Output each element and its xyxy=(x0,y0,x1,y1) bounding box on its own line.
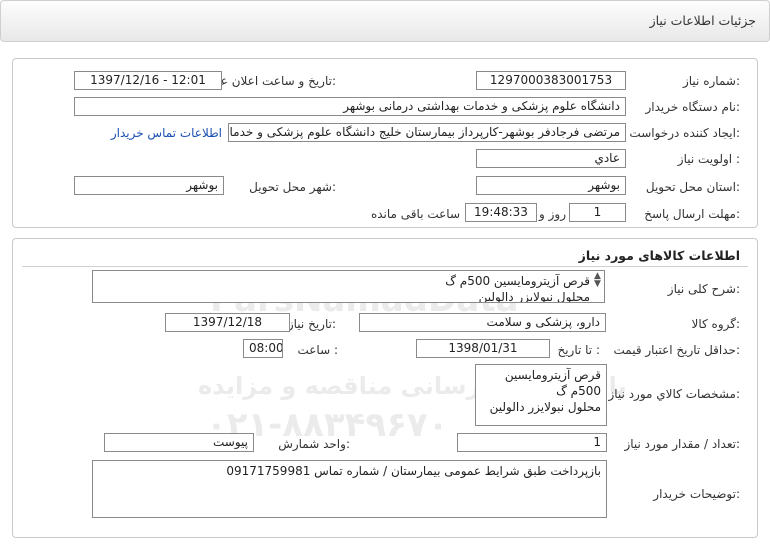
need-date-field: 1397/12/18 xyxy=(165,313,290,332)
announce-datetime-field: 1397/12/16 - 12:01 xyxy=(74,71,222,90)
general-desc-field: قرص آزیترومایسین 500م گ محلول نبولایزر د… xyxy=(92,270,605,303)
min-validity-label: حداقل تاریخ اعتبار قیمت: xyxy=(613,343,740,357)
time-field: 08:00 xyxy=(243,339,283,358)
buyer-org-label: نام دستگاه خریدار: xyxy=(645,100,741,114)
until-date-field: 1398/01/31 xyxy=(416,339,550,358)
general-desc-label: شرح کلی نیاز: xyxy=(667,282,740,296)
quantity-field: 1 xyxy=(457,433,607,452)
goods-section-title: اطلاعات کالاهای مورد نیاز xyxy=(578,248,740,263)
deadline-time-field: 19:48:33 xyxy=(465,203,537,222)
delivery-city-field: بوشهر xyxy=(74,176,224,195)
priority-field: عادي xyxy=(476,149,626,168)
unit-label: واحد شمارش: xyxy=(278,437,350,451)
remaining-word: ساعت باقی مانده xyxy=(370,207,460,221)
buyer-notes-field: بازپرداخت طبق شرایط عمومی بیمارستان / شم… xyxy=(92,460,607,518)
buyer-contact-link[interactable]: اطلاعات تماس خریدار xyxy=(111,126,222,140)
need-number-field: 1297000383001753 xyxy=(476,71,626,90)
until-date-label: تا تاریخ : xyxy=(557,343,600,357)
goods-group-field: دارو، پزشکی و سلامت xyxy=(359,313,606,332)
unit-field: پیوست xyxy=(104,433,254,452)
deadline-days-field: 1 xyxy=(569,203,626,222)
goods-group-label: گروه کالا: xyxy=(691,317,741,331)
need-number-label: شماره نیاز: xyxy=(682,74,740,88)
buyer-org-field: دانشگاه علوم پزشکی و خدمات بهداشتی درمان… xyxy=(74,97,626,116)
buyer-notes-label: توضیحات خریدار: xyxy=(653,487,740,501)
scroll-arrows-icon[interactable]: ▲ ▼ xyxy=(594,272,601,289)
quantity-label: تعداد / مقدار مورد نیاز: xyxy=(624,437,740,451)
specs-label: مشخصات کالاي مورد نیاز: xyxy=(608,387,740,401)
requester-label: ایجاد کننده درخواست: xyxy=(629,126,740,140)
response-deadline-label: مهلت ارسال پاسخ: xyxy=(644,207,740,221)
days-word: روز و xyxy=(539,207,566,221)
delivery-province-label: استان محل تحویل: xyxy=(645,180,740,194)
priority-label: اولویت نیاز : xyxy=(677,152,740,166)
page-title: جزئیات اطلاعات نیاز xyxy=(649,13,756,28)
time-label: ساعت : xyxy=(297,343,338,357)
delivery-city-label: شهر محل تحویل: xyxy=(249,180,336,194)
delivery-province-field: بوشهر xyxy=(476,176,626,195)
section-divider xyxy=(22,266,748,267)
specs-field: قرص آزیترومایسین 500م گ محلول نبولایزر د… xyxy=(475,364,607,426)
requester-field: مرتضی فرجادفر بوشهر-کارپرداز بیمارستان خ… xyxy=(228,123,626,142)
